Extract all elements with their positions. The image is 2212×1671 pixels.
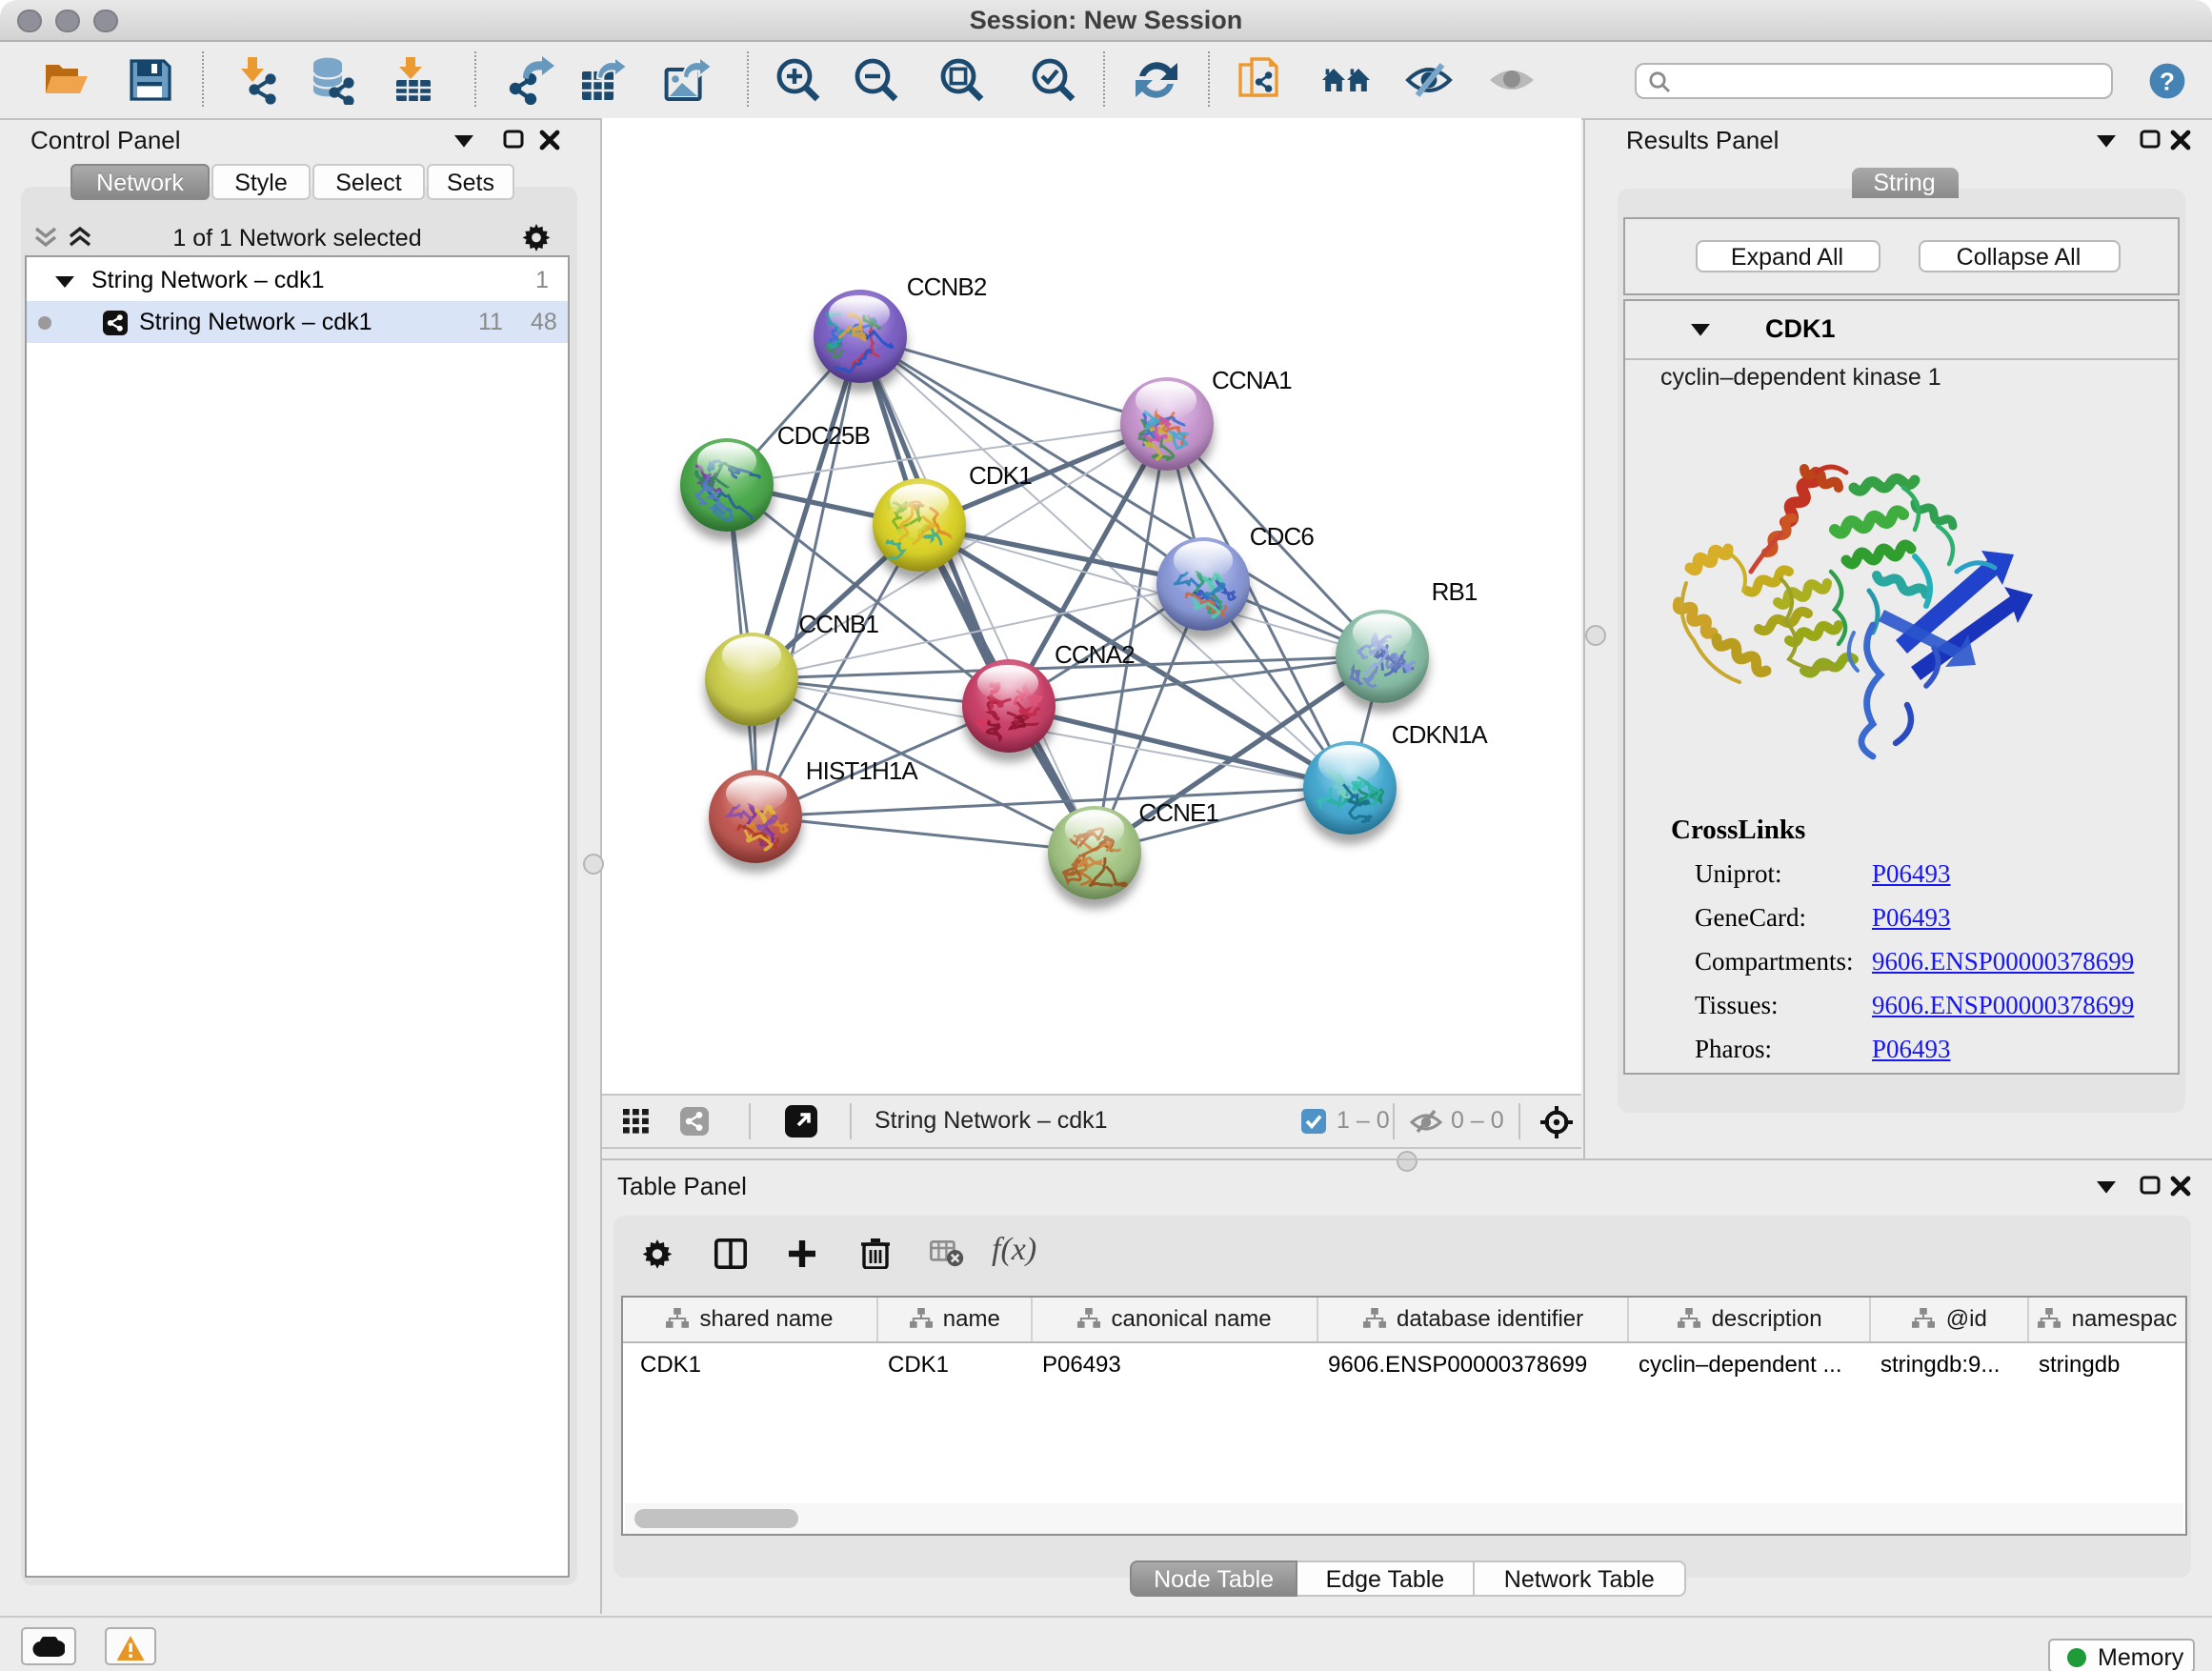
svg-text:?: ? (2160, 67, 2175, 95)
